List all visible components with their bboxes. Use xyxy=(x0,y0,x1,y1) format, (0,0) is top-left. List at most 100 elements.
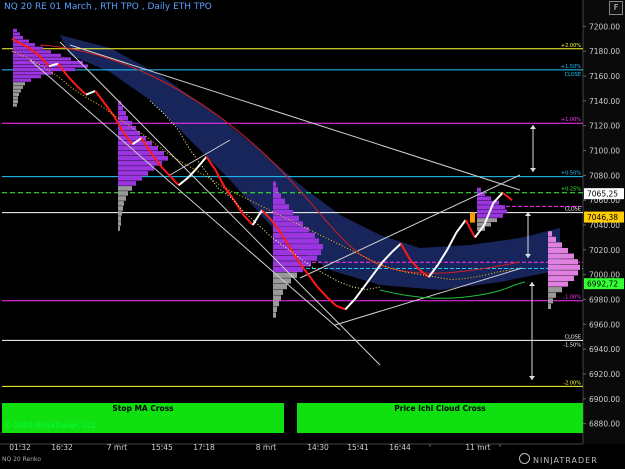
tpo-profile-bar xyxy=(548,287,562,293)
tpo-profile-bar xyxy=(273,204,289,210)
tpo-profile-bar xyxy=(273,187,278,193)
tpo-profile-bar xyxy=(118,151,164,156)
renko-brick xyxy=(224,187,236,201)
target-arrow-tail xyxy=(530,125,536,129)
tpo-profile-bar xyxy=(118,206,123,211)
y-tick-label: 7180.00 xyxy=(589,47,620,56)
y-tick-label: 6880.00 xyxy=(589,420,620,429)
tpo-profile-bar xyxy=(118,176,142,181)
signal-label-stop-ma: Stop MA Cross xyxy=(112,404,174,413)
level-label: +1.50% xyxy=(561,64,581,70)
renko-brick xyxy=(353,286,365,301)
chart-root: +2.00% +1.50% CLOSE +1.00% +0.50% +0.25% CLOSE… xyxy=(0,0,625,465)
tpo-profile-bar xyxy=(13,99,18,104)
tpo-profile-bar xyxy=(273,210,293,216)
tpo-profile-bar xyxy=(477,209,507,214)
renko-brick xyxy=(502,191,513,201)
level-label: +1.00% xyxy=(561,117,581,123)
tpo-profile-bar xyxy=(13,92,19,97)
level-label: +0.25% xyxy=(561,187,581,193)
x-tick-label: 8 mrt xyxy=(256,443,277,452)
x-tick-label: 17:18 xyxy=(193,443,215,452)
tpo-profile-bar xyxy=(118,191,128,196)
tpo-profile-bar xyxy=(118,145,158,151)
tpo-profile-bar xyxy=(548,292,556,298)
instrument-label: NQ 20 Renko xyxy=(2,456,41,463)
tpo-profile-bar xyxy=(477,213,503,218)
tpo-profile-bar xyxy=(13,32,20,36)
tpo-profile-bar xyxy=(13,75,41,79)
tpo-profile-bar xyxy=(548,264,580,270)
tpo-profile-bar xyxy=(273,301,279,307)
tpo-profile-bar xyxy=(273,249,321,256)
tpo-profile-bar xyxy=(548,298,553,304)
tpo-profile-bar xyxy=(13,36,23,40)
renko-brick xyxy=(178,177,189,187)
tpo-profile-bar xyxy=(13,89,21,93)
tpo-profile-bar xyxy=(548,270,578,276)
trend-channel-line xyxy=(59,41,381,366)
tpo-profile-bar xyxy=(118,110,126,116)
target-arrow-tail xyxy=(529,282,535,286)
y-tick-label: 6940.00 xyxy=(589,345,620,354)
tpo-profile-bar xyxy=(548,231,552,237)
renko-brick xyxy=(159,164,171,177)
signal-bar-ichi-cloud: Price Ichi Cloud Cross xyxy=(297,403,583,433)
tpo-profile-bar xyxy=(273,221,303,227)
level-label: CLOSE xyxy=(565,334,581,340)
tpo-profile-bar xyxy=(273,289,283,295)
tpo-profile-bar xyxy=(13,103,17,107)
tpo-profile-bar xyxy=(273,181,276,187)
tpo-profile-bar xyxy=(13,28,17,33)
y-tick-label: 6920.00 xyxy=(589,370,620,379)
tpo-profile-bar xyxy=(273,198,285,204)
level-label: -1.00% xyxy=(563,295,581,301)
tpo-profile-bar xyxy=(273,192,281,199)
tpo-profile-bar xyxy=(273,295,281,301)
tpo-profile-bar xyxy=(118,171,148,176)
copyright: © 2019 NinjaTrader, LLC xyxy=(4,421,97,430)
tpo-profile-bar xyxy=(118,211,122,216)
y-tick-label: 7120.00 xyxy=(589,122,620,131)
y-tick-label: 6900.00 xyxy=(589,395,620,404)
x-tick-label: 01:32 xyxy=(9,443,31,452)
tpo-profile-bar xyxy=(548,259,578,265)
y-tick-label: 6980.00 xyxy=(589,295,620,304)
y-tick-label: 7140.00 xyxy=(589,97,620,106)
price-tag-label: 7065,25 xyxy=(587,190,618,199)
tpo-profile-bar xyxy=(118,181,136,186)
tpo-profile-bar xyxy=(548,275,574,282)
renko-brick xyxy=(455,219,467,234)
renko-brick xyxy=(94,90,106,104)
tpo-profile-bar xyxy=(273,283,287,290)
y-tick-label: 7080.00 xyxy=(589,171,620,180)
tpo-profile-bar xyxy=(118,115,128,121)
tpo-profile-bar xyxy=(548,303,551,309)
renko-brick xyxy=(326,296,337,307)
tpo-profile-bar xyxy=(273,266,303,273)
tpo-profile-bar xyxy=(118,186,132,191)
tpo-profile-bar xyxy=(118,166,154,171)
y-tick-label: 6960.00 xyxy=(589,320,620,329)
float-button[interactable]: F xyxy=(609,1,623,15)
brand: NINJATRADER xyxy=(519,453,598,465)
tpo-profile-bar xyxy=(118,226,120,231)
tpo-profile-bar xyxy=(273,232,315,239)
x-tick-label: 15:45 xyxy=(151,443,173,452)
tpo-profile-bar xyxy=(118,201,124,206)
y-tick-label: 7160.00 xyxy=(589,72,620,81)
level-extra-label: CLOSE xyxy=(565,72,581,78)
y-tick-label: 7100.00 xyxy=(589,147,620,156)
tpo-profile-bar xyxy=(13,85,23,89)
x-tick-label: 15:41 xyxy=(347,443,369,452)
chart-title: NQ 20 RE 01 March , RTH TPO , Daily ETH … xyxy=(4,2,212,12)
renko-brick xyxy=(85,90,96,96)
level-label: +2.00% xyxy=(561,43,581,49)
x-tick-label: 16:32 xyxy=(51,443,73,452)
level-extra-label: -1.50% xyxy=(563,342,581,348)
ninjatrader-logo-icon xyxy=(519,453,530,464)
signal-label-ichi-cloud: Price Ichi Cloud Cross xyxy=(394,404,486,413)
tpo-profile-bar xyxy=(273,306,277,312)
tpo-profile-bar xyxy=(118,216,121,221)
tpo-profile-bar xyxy=(548,242,562,248)
